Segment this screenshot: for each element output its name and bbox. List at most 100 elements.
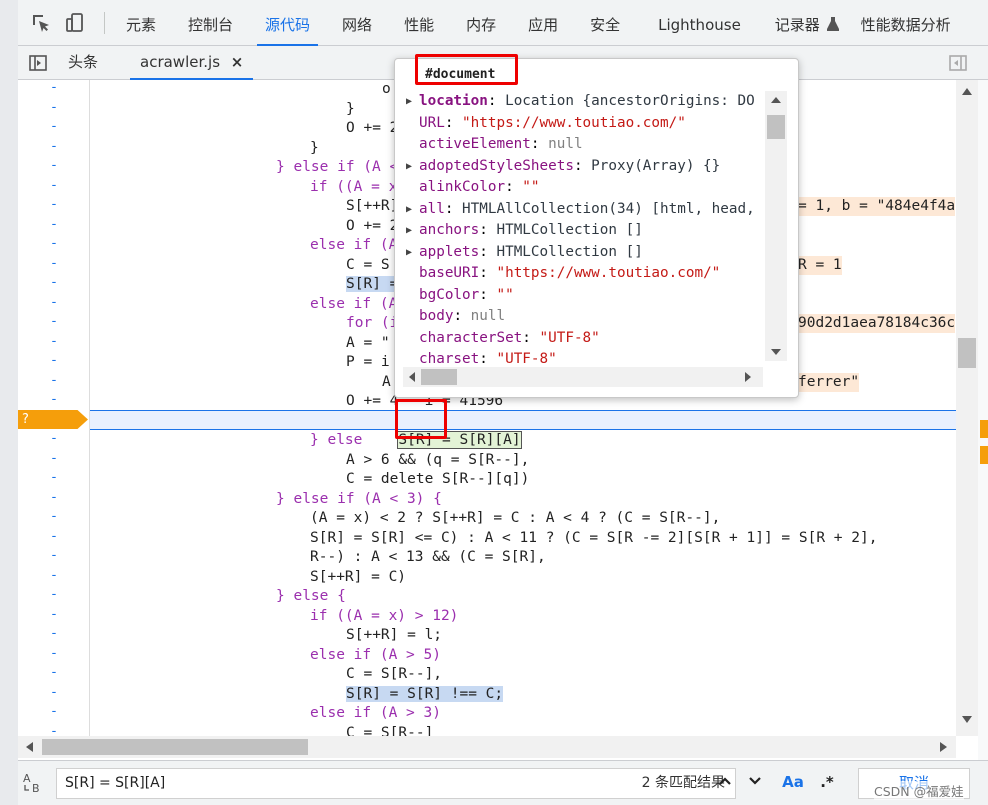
gutter-mark[interactable]: - xyxy=(18,431,90,451)
gutter-mark[interactable]: - xyxy=(18,392,90,412)
tab-recorder[interactable]: 记录器 xyxy=(763,0,845,46)
property-row[interactable]: ▶ location: Location {ancestorOrigins: DO xyxy=(403,91,763,113)
property-row[interactable]: URL: "https://www.toutiao.com/" xyxy=(403,113,763,135)
expand-triangle-icon[interactable]: ▶ xyxy=(406,220,412,242)
property-row[interactable]: characterSet: "UTF-8" xyxy=(403,328,763,350)
property-value: null xyxy=(548,136,583,152)
close-icon[interactable]: × xyxy=(231,53,244,71)
gutter-mark[interactable]: - xyxy=(18,139,90,159)
gutter-mark[interactable]: - xyxy=(18,509,90,529)
gutter-mark[interactable]: - xyxy=(18,158,90,178)
gutter-mark[interactable]: - xyxy=(18,100,90,120)
property-separator: : xyxy=(479,222,497,238)
property-row[interactable]: alinkColor: "" xyxy=(403,177,763,199)
gutter-mark[interactable]: - xyxy=(18,470,90,490)
gutter-mark[interactable]: - xyxy=(18,626,90,646)
scroll-down-arrow[interactable] xyxy=(962,716,972,723)
scroll-thumb[interactable] xyxy=(42,739,308,755)
gutter-mark[interactable]: - xyxy=(18,646,90,666)
scroll-left-arrow[interactable] xyxy=(26,742,33,752)
tab-elements[interactable]: 元素 xyxy=(110,0,172,46)
gutter-mark[interactable]: - xyxy=(18,548,90,568)
prev-match-button[interactable] xyxy=(710,768,740,799)
expand-triangle-icon[interactable]: ▶ xyxy=(406,199,412,221)
property-row[interactable]: charset: "UTF-8" xyxy=(403,349,763,369)
watermark: CSDN @福爱娃 xyxy=(874,781,964,800)
property-row[interactable]: ▶ adoptedStyleSheets: Proxy(Array) {} xyxy=(403,156,763,178)
expand-triangle-icon[interactable]: ▶ xyxy=(406,91,412,113)
gutter-mark[interactable]: - xyxy=(18,236,90,256)
editor-horizontal-scrollbar[interactable] xyxy=(18,736,956,758)
property-row[interactable]: ▶ applets: HTMLCollection [] xyxy=(403,242,763,264)
tab-security[interactable]: 安全 xyxy=(574,0,636,46)
object-preview-popover[interactable]: #document ▶ location: Location {ancestorO… xyxy=(394,58,799,398)
gutter-mark[interactable]: - xyxy=(18,724,90,737)
expand-triangle-icon[interactable]: ▶ xyxy=(406,242,412,264)
tab-lighthouse[interactable]: Lighthouse xyxy=(636,0,763,46)
toggle-navigator-icon[interactable] xyxy=(28,53,48,73)
scroll-left-arrow[interactable] xyxy=(409,372,415,382)
tab-console[interactable]: 控制台 xyxy=(172,0,249,46)
gutter-mark[interactable]: - xyxy=(18,119,90,139)
scroll-thumb[interactable] xyxy=(421,369,457,385)
scroll-right-arrow[interactable] xyxy=(940,742,947,752)
property-row[interactable]: activeElement: null xyxy=(403,134,763,156)
scroll-down-arrow[interactable] xyxy=(771,349,781,355)
tab-application[interactable]: 应用 xyxy=(512,0,574,46)
tab-network[interactable]: 网络 xyxy=(326,0,388,46)
replace-toggle-icon[interactable]: A B xyxy=(22,771,44,795)
gutter-mark[interactable]: - xyxy=(18,665,90,685)
gutter-mark[interactable]: - xyxy=(18,529,90,549)
property-separator: : xyxy=(522,329,540,346)
match-case-button[interactable]: Aa xyxy=(778,768,808,799)
property-row[interactable]: bgColor: "" xyxy=(403,285,763,307)
gutter-mark[interactable]: - xyxy=(18,373,90,393)
scroll-up-arrow[interactable] xyxy=(962,88,972,95)
property-row[interactable]: body: null xyxy=(403,306,763,328)
line-gutter[interactable]: --------------------------------- xyxy=(18,80,90,736)
gutter-mark[interactable]: - xyxy=(18,80,90,100)
gutter-mark[interactable]: - xyxy=(18,334,90,354)
code-text: S[R] = xyxy=(346,276,399,292)
toggle-debugger-icon[interactable] xyxy=(948,53,968,73)
gutter-mark[interactable]: - xyxy=(18,704,90,724)
gutter-mark[interactable]: - xyxy=(18,607,90,627)
gutter-mark[interactable]: - xyxy=(18,275,90,295)
property-list[interactable]: ▶ location: Location {ancestorOrigins: DO… xyxy=(403,91,763,369)
tab-performance[interactable]: 性能 xyxy=(388,0,450,46)
search-input[interactable]: S[R] = S[R][A] 2 条匹配结果 xyxy=(56,768,736,799)
scroll-thumb[interactable] xyxy=(958,338,976,368)
scroll-up-arrow[interactable] xyxy=(771,97,781,103)
property-row[interactable]: baseURI: "https://www.toutiao.com/" xyxy=(403,263,763,285)
gutter-mark[interactable]: - xyxy=(18,587,90,607)
gutter-mark[interactable]: - xyxy=(18,197,90,217)
tab-memory[interactable]: 内存 xyxy=(450,0,512,46)
gutter-mark[interactable]: - xyxy=(18,685,90,705)
gutter-mark[interactable]: - xyxy=(18,353,90,373)
gutter-mark[interactable]: - xyxy=(18,568,90,588)
gutter-mark[interactable]: - xyxy=(18,295,90,315)
inspect-element-icon[interactable] xyxy=(30,12,52,34)
editor-vertical-scrollbar[interactable] xyxy=(956,80,978,736)
gutter-mark[interactable]: - xyxy=(18,314,90,334)
device-toolbar-icon[interactable] xyxy=(64,12,86,34)
popover-horizontal-scrollbar[interactable] xyxy=(403,367,763,387)
regex-button[interactable]: .* xyxy=(812,768,842,799)
scroll-right-arrow[interactable] xyxy=(745,372,751,382)
property-row[interactable]: ▶ all: HTMLAllCollection(34) [html, head, xyxy=(403,199,763,221)
property-row[interactable]: ▶ anchors: HTMLCollection [] xyxy=(403,220,763,242)
gutter-mark[interactable]: - xyxy=(18,256,90,276)
expand-triangle-icon[interactable]: ▶ xyxy=(406,156,412,178)
file-tab-acrawler[interactable]: acrawler.js × xyxy=(129,46,254,80)
popover-vertical-scrollbar[interactable] xyxy=(765,91,787,361)
gutter-mark[interactable]: - xyxy=(18,490,90,510)
gutter-mark[interactable]: - xyxy=(18,178,90,198)
breakpoint-marker[interactable]: ? xyxy=(18,410,88,429)
tab-sources[interactable]: 源代码 xyxy=(249,0,326,46)
tab-performance-insights[interactable]: 性能数据分析 xyxy=(845,0,967,46)
gutter-mark[interactable]: - xyxy=(18,217,90,237)
file-tab-toutiao[interactable]: 头条 xyxy=(68,46,98,80)
gutter-mark[interactable]: - xyxy=(18,451,90,471)
scroll-thumb[interactable] xyxy=(767,115,785,139)
next-match-button[interactable] xyxy=(740,768,770,799)
